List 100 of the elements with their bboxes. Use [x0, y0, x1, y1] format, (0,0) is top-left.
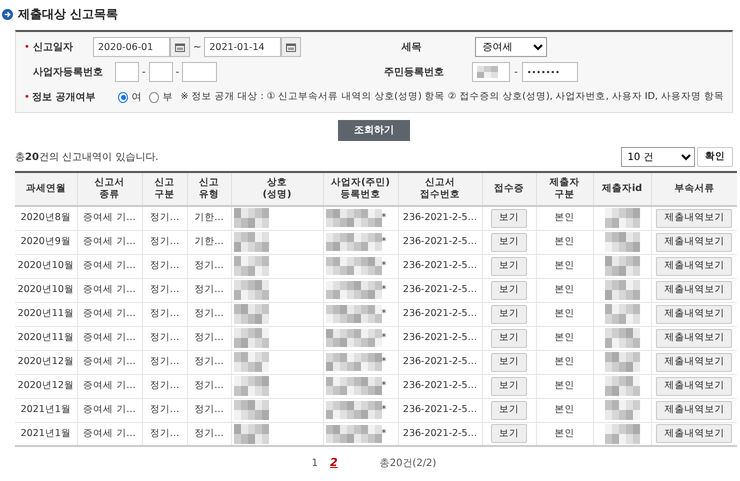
history-button[interactable]: 제출내역보기: [656, 400, 732, 420]
page-size-select[interactable]: 10 건: [620, 147, 694, 167]
column-header: 제출자 구분: [536, 172, 593, 206]
calendar-button[interactable]: [170, 37, 190, 57]
resident-number-field[interactable]: [472, 62, 510, 82]
history-button[interactable]: 제출내역보기: [656, 376, 732, 396]
search-button[interactable]: 조회하기: [338, 120, 410, 141]
table-cell: 2020년11월: [15, 326, 77, 350]
view-button[interactable]: 보기: [491, 208, 527, 228]
radio-label[interactable]: 여: [131, 90, 142, 104]
table-cell: 본인: [536, 230, 593, 254]
table-cell: 정기…: [187, 422, 231, 446]
business-number-field[interactable]: [115, 62, 139, 82]
table-cell: 정기…: [142, 302, 187, 326]
masked-suffix: *: [382, 211, 386, 226]
masked-suffix: *: [382, 306, 386, 321]
view-button[interactable]: 보기: [491, 352, 527, 372]
history-button[interactable]: 제출내역보기: [656, 424, 732, 444]
view-button[interactable]: 보기: [491, 424, 527, 444]
masked-suffix: *: [382, 330, 386, 345]
table-cell: 정기…: [142, 398, 187, 422]
masked-suffix: *: [382, 426, 386, 441]
radio-button[interactable]: [118, 92, 128, 102]
table-cell: 증여세 기…: [77, 206, 142, 230]
history-button[interactable]: 제출내역보기: [656, 280, 732, 300]
table-cell: 본인: [536, 398, 593, 422]
table-cell: 2020년12월: [15, 350, 77, 374]
calendar-button[interactable]: [281, 37, 302, 57]
confirm-button[interactable]: 확인: [697, 147, 733, 167]
table-cell: 236-2021-2-5…: [398, 422, 482, 446]
pixelated-mask: [326, 281, 382, 299]
note-text: ※ 정보 공개 대상 : ① 신고부속서류 내역의 상호(성명) 항목 ② 접수증의 상호(성명), 사업자번호, 사용자 ID, 사용자명 항목: [180, 90, 724, 104]
page-summary: 총20건(2/2): [380, 456, 436, 471]
table-cell: 236-2021-2-5…: [398, 278, 482, 302]
history-button[interactable]: 제출내역보기: [656, 304, 732, 324]
view-button[interactable]: 보기: [491, 232, 527, 252]
business-number-field[interactable]: [182, 62, 218, 82]
table-cell: 2020년8월: [15, 206, 77, 230]
tax-select[interactable]: 증여세: [475, 37, 548, 57]
view-button[interactable]: 보기: [491, 400, 527, 420]
field-label: 사업자등록번호: [33, 66, 104, 80]
range-separator: ~: [193, 40, 202, 54]
dash-separator: -: [514, 66, 518, 80]
table-cell: 정기…: [187, 278, 231, 302]
view-button[interactable]: 보기: [491, 256, 527, 276]
date-field[interactable]: 2020-06-01: [93, 37, 170, 57]
masked-suffix: *: [382, 258, 386, 273]
radio-button[interactable]: [149, 92, 160, 102]
field-label: 주민등록번호: [384, 66, 446, 80]
table-cell: 증여세 기…: [77, 230, 142, 254]
column-header: 상호 (성명): [231, 172, 323, 206]
business-number-field[interactable]: [148, 62, 173, 82]
page-link[interactable]: 2: [330, 455, 338, 472]
history-button[interactable]: 제출내역보기: [656, 352, 732, 372]
pixelated-mask: [326, 424, 382, 443]
table-cell: 증여세 기…: [77, 278, 142, 302]
table-cell: 정기…: [187, 374, 231, 398]
required-mark: •: [24, 90, 31, 104]
history-button[interactable]: 제출내역보기: [656, 208, 732, 228]
column-header: 신고 유형: [187, 172, 231, 206]
field-label: 세목: [401, 40, 422, 54]
view-button[interactable]: 보기: [491, 304, 527, 324]
table-cell: 본인: [536, 254, 593, 278]
table-cell: 증여세 기…: [77, 254, 142, 278]
table-cell: 정기…: [187, 350, 231, 374]
column-header: 사업자(주민) 등록번호: [323, 172, 398, 206]
table-cell: 기한…: [187, 206, 231, 230]
history-button[interactable]: 제출내역보기: [656, 256, 732, 276]
result-count-text: 총20건의 신고내역이 있습니다.: [15, 150, 158, 164]
dash-separator: -: [176, 66, 180, 80]
column-header: 신고 구분: [142, 172, 187, 206]
table-cell: 236-2021-2-5…: [398, 254, 482, 278]
view-button[interactable]: 보기: [491, 376, 527, 396]
table-cell: 236-2021-2-5…: [398, 374, 482, 398]
field-label: 정보 공개여부: [32, 90, 97, 104]
table-cell: 본인: [536, 374, 593, 398]
history-button[interactable]: 제출내역보기: [656, 328, 732, 348]
radio-label[interactable]: 부: [162, 90, 172, 104]
pixelated-mask: [477, 66, 498, 78]
dash-separator: -: [142, 66, 146, 80]
table-cell: 236-2021-2-5…: [398, 206, 482, 230]
table-cell: 정기…: [187, 398, 231, 422]
table-cell: 2020년11월: [15, 302, 77, 326]
pixelated-mask: [234, 208, 268, 228]
history-button[interactable]: 제출내역보기: [656, 232, 732, 252]
table-cell: 증여세 기…: [77, 422, 142, 446]
date-field[interactable]: 2021-01-14: [204, 37, 282, 57]
column-header: 접수증: [482, 172, 536, 206]
field-label: 신고일자: [33, 40, 74, 54]
table-cell: 정기…: [142, 374, 187, 398]
page-link[interactable]: 1: [312, 456, 318, 471]
column-header: 신고서 접수번호: [398, 172, 482, 206]
arrow-circle-icon: [2, 8, 13, 20]
view-button[interactable]: 보기: [491, 328, 527, 348]
table-cell: 236-2021-2-5…: [398, 350, 482, 374]
calendar-icon: [175, 42, 185, 52]
view-button[interactable]: 보기: [491, 280, 527, 300]
password-field[interactable]: •••••••: [522, 62, 578, 82]
pixelated-mask: [326, 233, 382, 251]
table-cell: 2021년1월: [15, 422, 77, 446]
